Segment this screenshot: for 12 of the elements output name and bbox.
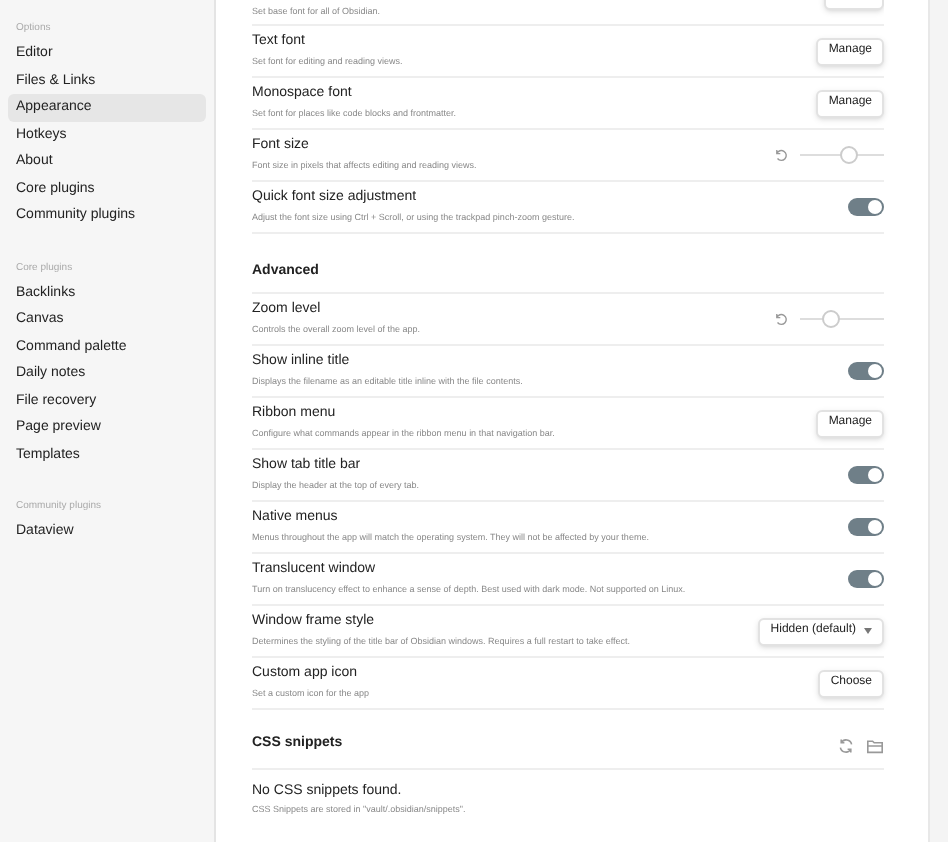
slider-thumb[interactable] <box>822 310 841 328</box>
reset-icon[interactable] <box>774 312 788 326</box>
toggle-switch[interactable] <box>848 570 884 588</box>
toggle-switch[interactable] <box>848 198 884 216</box>
slider-thumb[interactable] <box>839 146 858 164</box>
reload-icon[interactable] <box>838 737 854 753</box>
toggle-switch[interactable] <box>848 518 884 536</box>
toggle-switch[interactable] <box>848 362 884 380</box>
folder-icon[interactable] <box>866 737 884 753</box>
toggle-switch[interactable] <box>848 466 884 484</box>
reset-icon[interactable] <box>774 148 788 162</box>
caret-icon <box>864 628 872 634</box>
